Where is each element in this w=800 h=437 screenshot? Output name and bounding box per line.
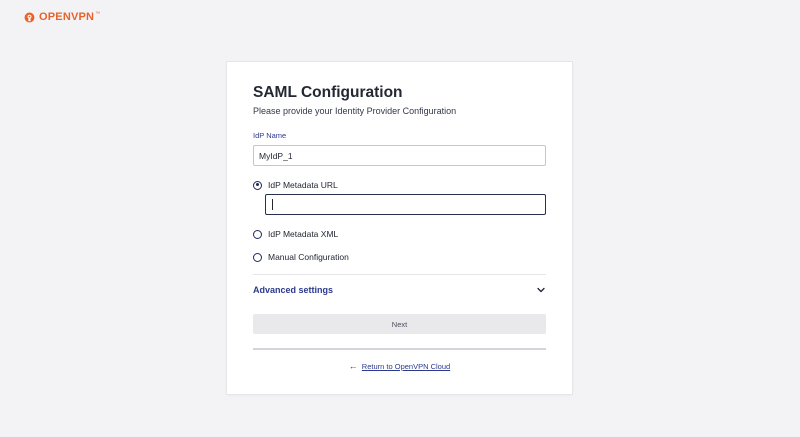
radio-label-metadata-url: IdP Metadata URL — [268, 180, 338, 190]
return-link[interactable]: ← Return to OpenVPN Cloud — [227, 361, 572, 372]
saml-configuration-card: SAML Configuration Please provide your I… — [227, 62, 572, 394]
radio-label-metadata-xml: IdP Metadata XML — [268, 229, 339, 239]
radio-button[interactable] — [253, 252, 262, 262]
page-subtitle: Please provide your Identity Provider Co… — [253, 106, 457, 116]
radio-option-metadata-url[interactable]: IdP Metadata URL — [253, 180, 338, 190]
idp-name-input[interactable] — [253, 145, 546, 166]
arrow-left-icon: ← — [348, 361, 358, 371]
next-button[interactable]: Next — [253, 314, 546, 334]
divider — [253, 274, 546, 275]
advanced-settings-label: Advanced settings — [253, 285, 334, 295]
idp-metadata-url-input[interactable] — [265, 194, 546, 215]
text-cursor — [272, 199, 273, 210]
brand-logo: OPENVPN ™ — [24, 11, 100, 23]
brand-trademark: ™ — [95, 11, 101, 17]
advanced-settings-toggle[interactable]: Advanced settings — [253, 276, 546, 304]
radio-button-selected[interactable] — [253, 180, 262, 190]
page-title: SAML Configuration — [253, 84, 403, 101]
radio-option-metadata-xml[interactable]: IdP Metadata XML — [253, 229, 338, 239]
idp-name-label: IdP Name — [253, 131, 287, 140]
radio-label-manual-configuration: Manual Configuration — [268, 252, 349, 262]
chevron-down-icon[interactable] — [536, 285, 546, 295]
return-link-label[interactable]: Return to OpenVPN Cloud — [362, 362, 450, 371]
radio-option-manual-configuration[interactable]: Manual Configuration — [253, 252, 349, 262]
radio-button[interactable] — [253, 229, 262, 239]
openvpn-logo-icon — [24, 12, 35, 22]
divider — [253, 348, 546, 350]
brand-name: OPENVPN — [39, 11, 95, 23]
